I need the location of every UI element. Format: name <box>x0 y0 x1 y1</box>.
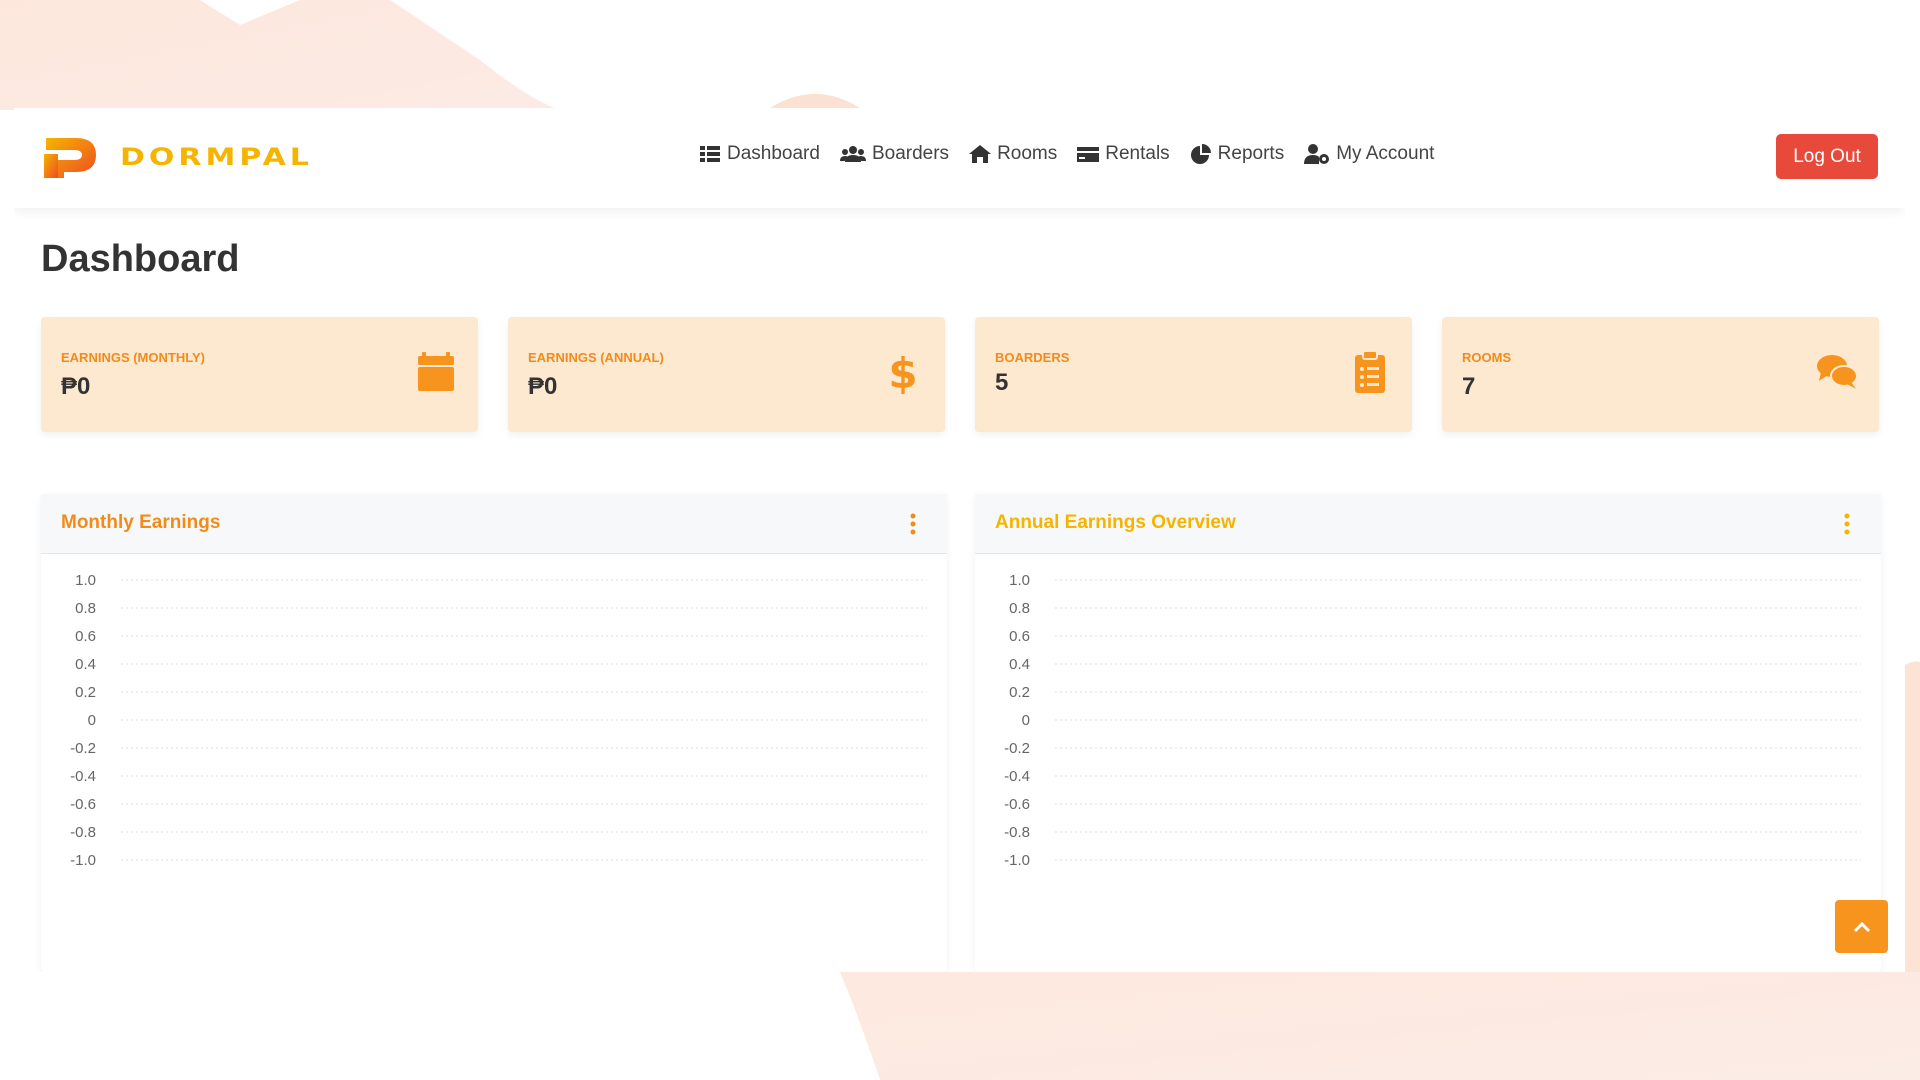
main-nav: Dashboard Boarders Rooms Rentals Reports… <box>699 143 1434 165</box>
monthly-earnings-chart: 1.0 0.8 0.6 0.4 0.2 0 -0.2 -0.4 -0.6 -0.8 -1.0 <box>70 572 927 869</box>
brand-logo[interactable]: DORMPAL <box>42 134 313 180</box>
nav-item-reports[interactable]: Reports <box>1190 143 1285 165</box>
y-tick-label: -0.4 <box>70 768 96 785</box>
nav-label-boarders: Boarders <box>871 143 950 164</box>
panel-header: Annual Earnings Overview <box>975 494 1881 554</box>
y-tick-label: 0.2 <box>75 684 96 701</box>
y-tick-label: 1.0 <box>75 572 96 589</box>
nav-item-boarders[interactable]: Boarders <box>839 143 950 165</box>
comments-icon <box>1817 355 1858 389</box>
logout-button[interactable]: Log Out <box>1776 134 1878 179</box>
user-cog-icon <box>1304 144 1330 164</box>
more-options-icon[interactable] <box>909 512 917 536</box>
card-value: 5 <box>995 369 1009 396</box>
card-earnings-monthly: EARNINGS (MONTHLY) ₱0 <box>41 317 478 432</box>
chevron-up-icon <box>1853 921 1870 932</box>
clipboard-list-icon <box>1355 350 1385 393</box>
nav-label-dashboard: Dashboard <box>727 143 820 164</box>
y-tick-label: 0.8 <box>75 600 96 617</box>
credit-card-icon <box>1077 147 1100 162</box>
card-earnings-annual: EARNINGS (ANNUAL) ₱0 $ <box>508 317 945 432</box>
more-options-icon[interactable] <box>1843 512 1851 536</box>
nav-label-rooms: Rooms <box>997 143 1058 164</box>
nav-item-rentals[interactable]: Rentals <box>1077 143 1170 165</box>
nav-label-rentals: Rentals <box>1105 143 1170 164</box>
y-tick-label: 0.4 <box>1009 656 1030 673</box>
dollar-icon: $ <box>888 350 917 394</box>
card-value: ₱0 <box>61 373 91 400</box>
y-tick-label: 0.2 <box>1009 684 1030 701</box>
annual-earnings-chart: 1.0 0.8 0.6 0.4 0.2 0 -0.2 -0.4 -0.6 -0.8 -1.0 <box>1004 572 1861 869</box>
y-tick-label: -1.0 <box>1004 852 1030 869</box>
card-value: 7 <box>1462 373 1476 400</box>
card-label: BOARDERS <box>995 350 1070 365</box>
scroll-to-top-button[interactable] <box>1835 900 1888 953</box>
y-tick-label: 0.6 <box>75 628 96 645</box>
card-value: ₱0 <box>528 373 558 400</box>
calendar-icon <box>418 352 454 391</box>
panel-title: Annual Earnings Overview <box>995 512 1236 533</box>
y-tick-label: 0.8 <box>1009 600 1030 617</box>
y-tick-label: -0.8 <box>1004 824 1030 841</box>
y-tick-label: -0.6 <box>70 796 96 813</box>
y-tick-label: 0.4 <box>75 656 96 673</box>
pie-chart-icon <box>1190 144 1211 164</box>
card-rooms: ROOMS 7 <box>1442 317 1879 432</box>
nav-label-my-account: My Account <box>1336 143 1435 164</box>
table-icon <box>700 146 720 162</box>
card-label: EARNINGS (ANNUAL) <box>528 350 664 365</box>
top-navbar: DORMPAL Dashboard Boarders Rooms Rentals… <box>14 108 1905 208</box>
y-tick-label: -0.2 <box>1004 740 1030 757</box>
y-tick-label: 1.0 <box>1009 572 1030 589</box>
panel-header: Monthly Earnings <box>41 494 947 554</box>
card-boarders: BOARDERS 5 <box>975 317 1412 432</box>
y-tick-label: -1.0 <box>70 852 96 869</box>
panel-monthly-earnings: Monthly Earnings 1.0 0.8 0.6 0.4 0.2 0 -0.2 -0.… <box>41 494 947 972</box>
y-tick-label: 0 <box>1022 712 1030 729</box>
nav-item-rooms[interactable]: Rooms <box>969 143 1057 165</box>
card-label: EARNINGS (MONTHLY) <box>61 350 205 365</box>
nav-item-my-account[interactable]: My Account <box>1304 143 1434 165</box>
nav-label-reports: Reports <box>1217 143 1285 164</box>
card-label: ROOMS <box>1462 350 1512 365</box>
home-icon <box>969 145 992 163</box>
nav-item-dashboard[interactable]: Dashboard <box>699 143 820 165</box>
dormpal-logo-icon <box>44 138 96 178</box>
users-icon <box>839 146 866 162</box>
svg-text:$: $ <box>888 350 917 394</box>
panel-title: Monthly Earnings <box>61 512 221 533</box>
y-tick-label: -0.6 <box>1004 796 1030 813</box>
y-tick-label: 0.6 <box>1009 628 1030 645</box>
brand-name: DORMPAL <box>120 143 313 171</box>
y-tick-label: -0.4 <box>1004 768 1030 785</box>
y-tick-label: -0.2 <box>70 740 96 757</box>
y-tick-label: 0 <box>88 712 96 729</box>
panel-annual-earnings-overview: Annual Earnings Overview 1.0 0.8 0.6 0.4 0.2… <box>975 494 1881 972</box>
y-tick-label: -0.8 <box>70 824 96 841</box>
app-window: DORMPAL Dashboard Boarders Rooms Rentals… <box>14 108 1905 972</box>
page-title: Dashboard <box>41 238 240 280</box>
